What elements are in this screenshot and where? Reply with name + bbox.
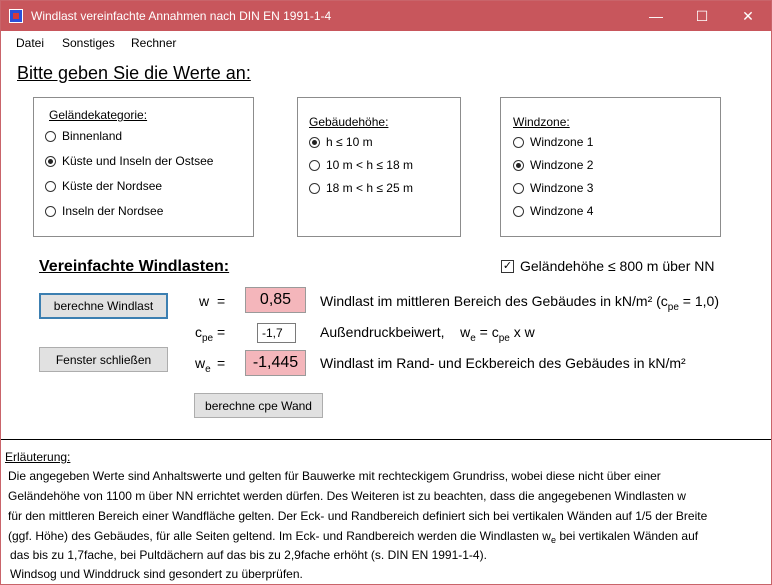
w-description: Windlast im mittleren Bereich des Gebäud…	[320, 293, 720, 313]
erlaeuterung-line: für den mittleren Bereich einer Wandfläc…	[8, 509, 708, 523]
cpe-input[interactable]: -1,7	[257, 323, 296, 343]
radio-button[interactable]	[309, 182, 320, 194]
erlaeuterung-line: (ggf. Höhe) des Gebäudes, für alle Seite…	[8, 529, 699, 545]
radio-button[interactable]	[45, 180, 56, 192]
radio-button[interactable]	[45, 205, 56, 217]
windzone-title: Windzone:	[513, 115, 570, 129]
radio-binnenland[interactable]: Binnenland	[45, 128, 122, 144]
w-value: 0,85	[245, 287, 306, 313]
menu-rechner[interactable]: Rechner	[131, 36, 176, 50]
we-value: -1,445	[245, 350, 306, 376]
radio-label: Küste und Inseln der Ostsee	[62, 154, 214, 168]
radio-windzone-3[interactable]: Windzone 3	[513, 180, 593, 196]
radio-button-selected[interactable]	[513, 159, 524, 171]
radio-button[interactable]	[513, 205, 524, 217]
w-equals: =	[217, 293, 226, 309]
radio-button-selected[interactable]	[45, 155, 56, 167]
erlaeuterung-title: Erläuterung:	[5, 450, 71, 464]
erlaeuterung-line: Die angegeben Werte sind Anhaltswerte un…	[8, 469, 661, 483]
erlaeuterung-line: Windsog und Winddruck sind gesondert zu …	[10, 567, 303, 581]
gelaendehoehe-checkbox[interactable]: ✓	[501, 259, 514, 273]
close-button[interactable]: ✕	[725, 1, 771, 31]
radio-label: Küste der Nordsee	[62, 179, 163, 193]
gebaeudehoehe-title: Gebäudehöhe:	[309, 115, 389, 129]
page-heading: Bitte geben Sie die Werte an:	[17, 63, 251, 83]
w-symbol: w	[199, 293, 210, 309]
menu-sonstiges[interactable]: Sonstiges	[62, 36, 115, 50]
we-description: Windlast im Rand- und Eckbereich des Geb…	[320, 355, 686, 371]
radio-label: Inseln der Nordsee	[62, 204, 164, 218]
radio-label: Windzone 4	[530, 204, 594, 218]
radio-label: Binnenland	[62, 129, 123, 143]
radio-label: h ≤ 10 m	[326, 135, 373, 149]
fenster-schliessen-button[interactable]: Fenster schließen	[39, 347, 168, 372]
menu-bar: Datei Sonstiges Rechner	[1, 31, 771, 54]
radio-windzone-1[interactable]: Windzone 1	[513, 134, 593, 150]
we-symbol: we	[195, 355, 211, 375]
gelaendekategorie-title: Geländekategorie:	[49, 108, 148, 122]
radio-windzone-2[interactable]: Windzone 2	[513, 157, 593, 173]
radio-windzone-4[interactable]: Windzone 4	[513, 203, 593, 219]
radio-kueste-ostsee[interactable]: Küste und Inseln der Ostsee	[45, 153, 213, 169]
radio-label: Windzone 3	[530, 181, 594, 195]
radio-hoehe-1[interactable]: h ≤ 10 m	[309, 134, 373, 150]
menu-datei[interactable]: Datei	[16, 36, 44, 50]
windlasten-title: Vereinfachte Windlasten:	[39, 258, 230, 275]
gelaendekategorie-group: Geländekategorie: Binnenland Küste und I…	[33, 97, 254, 237]
radio-hoehe-3[interactable]: 18 m < h ≤ 25 m	[309, 180, 413, 196]
radio-button[interactable]	[309, 159, 320, 171]
cpe-description: Außendruckbeiwert, we = cpe x w	[320, 324, 535, 344]
radio-button[interactable]	[45, 130, 56, 142]
main-window: Windlast vereinfachte Annahmen nach DIN …	[0, 0, 772, 585]
radio-label: Windzone 2	[530, 158, 594, 172]
divider	[1, 439, 771, 440]
radio-label: 10 m < h ≤ 18 m	[326, 158, 413, 172]
we-equals: =	[217, 355, 226, 371]
cpe-symbol: cpe	[195, 324, 214, 344]
gebaeudehoehe-group: Gebäudehöhe: h ≤ 10 m 10 m < h ≤ 18 m 18…	[297, 97, 461, 237]
radio-inseln-nordsee[interactable]: Inseln der Nordsee	[45, 203, 163, 219]
radio-button[interactable]	[513, 182, 524, 194]
radio-label: 18 m < h ≤ 25 m	[326, 181, 413, 195]
cpe-equals: =	[217, 324, 226, 340]
gelaendehoehe-checkbox-row[interactable]: ✓ Geländehöhe ≤ 800 m über NN	[501, 258, 714, 274]
windzone-group: Windzone: Windzone 1 Windzone 2 Windzone…	[500, 97, 721, 237]
radio-label: Windzone 1	[530, 135, 594, 149]
berechne-windlast-button[interactable]: berechne Windlast	[39, 293, 168, 319]
radio-button-selected[interactable]	[309, 136, 320, 148]
berechne-cpe-wand-button[interactable]: berechne cpe Wand	[194, 393, 323, 418]
title-bar[interactable]: Windlast vereinfachte Annahmen nach DIN …	[1, 1, 771, 31]
window-title: Windlast vereinfachte Annahmen nach DIN …	[31, 9, 332, 23]
erlaeuterung-line: das bis zu 1,7fache, bei Pultdächern auf…	[10, 548, 487, 562]
gelaendehoehe-checkbox-label: Geländehöhe ≤ 800 m über NN	[520, 258, 715, 274]
app-icon	[9, 9, 23, 23]
radio-button[interactable]	[513, 136, 524, 148]
erlaeuterung-line: Geländehöhe von 1100 m über NN errichtet…	[8, 489, 686, 503]
minimize-button[interactable]: —	[633, 1, 679, 31]
radio-kueste-nordsee[interactable]: Küste der Nordsee	[45, 178, 162, 194]
maximize-button[interactable]: ☐	[679, 1, 725, 31]
radio-hoehe-2[interactable]: 10 m < h ≤ 18 m	[309, 157, 413, 173]
